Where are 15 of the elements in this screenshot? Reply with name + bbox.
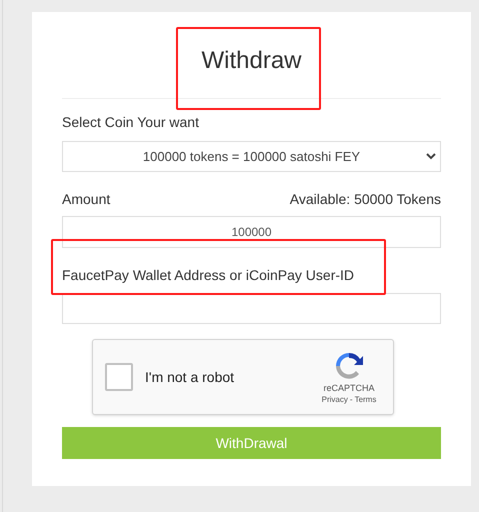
recaptcha-brand: reCAPTCHA	[323, 382, 374, 394]
terms-link[interactable]: Terms	[354, 394, 376, 404]
captcha-checkbox[interactable]	[105, 363, 133, 391]
captcha-label: I'm not a robot	[145, 368, 236, 386]
amount-field[interactable]: 100000	[62, 216, 441, 248]
wallet-field[interactable]	[62, 293, 441, 324]
available-balance: Available: 50000 Tokens	[290, 190, 441, 208]
chevron-icon	[426, 153, 436, 160]
privacy-link[interactable]: Privacy	[322, 394, 348, 404]
coin-select[interactable]: 100000 tokens = 100000 satoshi FEY	[62, 141, 441, 172]
field-label: Select Coin Your want	[62, 113, 200, 131]
field-label: FaucetPay Wallet Address or iCoinPay User-ID	[62, 266, 356, 284]
field-label: Amount	[62, 190, 110, 208]
separator: -	[350, 394, 353, 404]
page-title: Withdraw	[201, 48, 302, 72]
